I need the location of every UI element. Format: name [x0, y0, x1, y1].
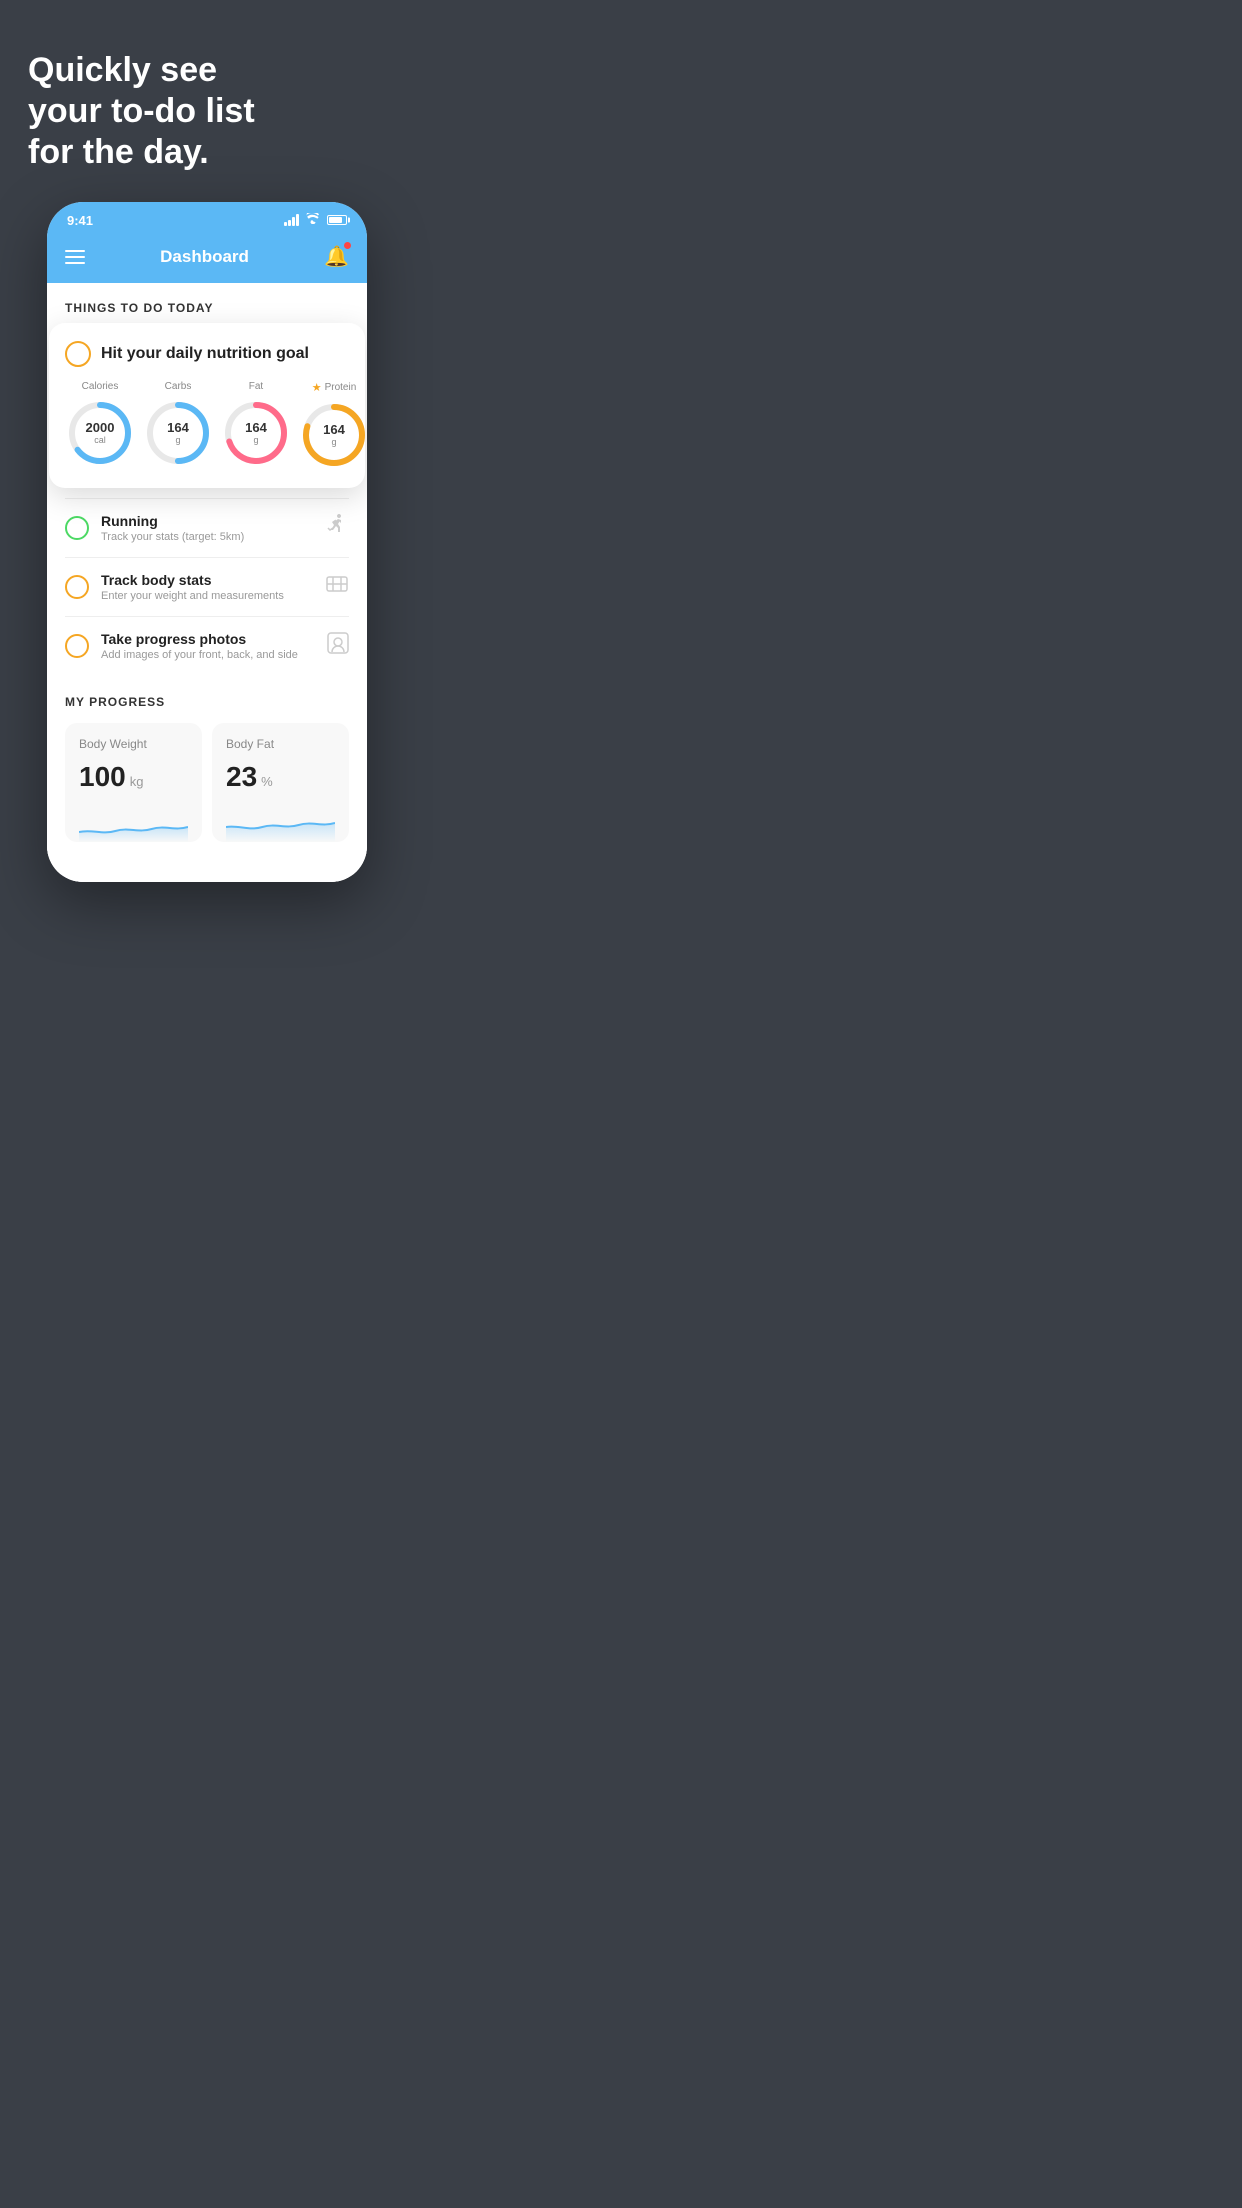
fat-label: Fat — [249, 381, 263, 392]
body-stats-icon — [325, 573, 349, 601]
bell-icon: 🔔 — [324, 246, 349, 268]
signal-icon — [284, 214, 299, 226]
headline-text: Quickly see your to-do list for the day. — [28, 50, 386, 172]
photos-text: Take progress photos Add images of your … — [101, 631, 315, 661]
headline-section: Quickly see your to-do list for the day. — [0, 0, 414, 202]
phone-bottom — [47, 862, 367, 882]
nutrition-card-title: Hit your daily nutrition goal — [101, 345, 309, 363]
body-weight-unit: kg — [130, 774, 144, 789]
header-title: Dashboard — [160, 247, 249, 267]
running-circle — [65, 516, 89, 540]
progress-section: MY PROGRESS Body Weight 100 kg — [47, 675, 367, 862]
star-icon: ★ — [312, 381, 322, 394]
protein-donut: 164 g — [299, 400, 367, 470]
photos-desc: Add images of your front, back, and side — [101, 649, 315, 661]
menu-button[interactable] — [65, 250, 85, 264]
nutrition-card-header: Hit your daily nutrition goal — [65, 341, 349, 367]
fat-donut: 164 g — [221, 398, 291, 468]
photos-name: Take progress photos — [101, 631, 315, 647]
carbs-value: 164 — [167, 421, 189, 435]
running-name: Running — [101, 513, 311, 529]
nutrition-calories: Calories 2000 cal — [65, 381, 135, 470]
body-fat-label: Body Fat — [226, 737, 335, 751]
battery-icon — [327, 215, 347, 225]
carbs-unit: g — [167, 436, 189, 446]
nutrition-check-circle[interactable] — [65, 341, 91, 367]
wifi-icon — [306, 213, 320, 227]
body-weight-number: 100 — [79, 761, 126, 793]
todo-list: Running Track your stats (target: 5km) T… — [47, 478, 367, 675]
protein-label: Protein — [325, 382, 357, 393]
body-weight-label: Body Weight — [79, 737, 188, 751]
notification-button[interactable]: 🔔 — [324, 244, 349, 269]
status-bar: 9:41 — [47, 202, 367, 234]
protein-value: 164 — [323, 423, 345, 437]
body-weight-card[interactable]: Body Weight 100 kg — [65, 723, 202, 842]
photos-circle — [65, 634, 89, 658]
body-stats-desc: Enter your weight and measurements — [101, 590, 313, 602]
progress-cards-row: Body Weight 100 kg — [65, 723, 349, 842]
calories-value: 2000 — [86, 421, 115, 435]
status-icons — [284, 213, 347, 227]
body-weight-value-row: 100 kg — [79, 761, 188, 793]
running-desc: Track your stats (target: 5km) — [101, 531, 311, 543]
nutrition-circles-row: Calories 2000 cal — [65, 381, 349, 470]
notification-badge — [344, 242, 351, 249]
running-text: Running Track your stats (target: 5km) — [101, 513, 311, 543]
nutrition-carbs: Carbs 164 g — [143, 381, 213, 470]
carbs-donut: 164 g — [143, 398, 213, 468]
carbs-label: Carbs — [165, 381, 192, 392]
todo-running[interactable]: Running Track your stats (target: 5km) — [65, 498, 349, 557]
fat-unit: g — [245, 436, 267, 446]
phone-mockup: 9:41 — [47, 202, 367, 882]
body-fat-chart — [226, 807, 335, 842]
body-weight-chart — [79, 807, 188, 842]
body-fat-number: 23 — [226, 761, 257, 793]
status-time: 9:41 — [67, 213, 93, 228]
app-header: Dashboard 🔔 — [47, 234, 367, 283]
photos-icon — [327, 632, 349, 660]
nutrition-card: Hit your daily nutrition goal Calories — [49, 323, 365, 488]
fat-value: 164 — [245, 421, 267, 435]
body-stats-circle — [65, 575, 89, 599]
calories-donut: 2000 cal — [65, 398, 135, 468]
body-stats-text: Track body stats Enter your weight and m… — [101, 572, 313, 602]
todo-body-stats[interactable]: Track body stats Enter your weight and m… — [65, 557, 349, 616]
things-section-header: THINGS TO DO TODAY — [47, 283, 367, 327]
calories-label: Calories — [82, 381, 119, 392]
nutrition-protein: ★ Protein 164 g — [299, 381, 367, 470]
todo-photos[interactable]: Take progress photos Add images of your … — [65, 616, 349, 675]
body-stats-name: Track body stats — [101, 572, 313, 588]
body-fat-value-row: 23 % — [226, 761, 335, 793]
app-content: THINGS TO DO TODAY Hit your daily nutrit… — [47, 283, 367, 882]
running-icon — [323, 514, 349, 542]
body-fat-unit: % — [261, 774, 273, 789]
things-section-title: THINGS TO DO TODAY — [65, 301, 213, 315]
body-fat-card[interactable]: Body Fat 23 % — [212, 723, 349, 842]
nutrition-fat: Fat 164 g — [221, 381, 291, 470]
protein-unit: g — [323, 438, 345, 448]
calories-unit: cal — [86, 436, 115, 446]
progress-section-title: MY PROGRESS — [65, 695, 349, 709]
protein-label-row: ★ Protein — [312, 381, 357, 394]
